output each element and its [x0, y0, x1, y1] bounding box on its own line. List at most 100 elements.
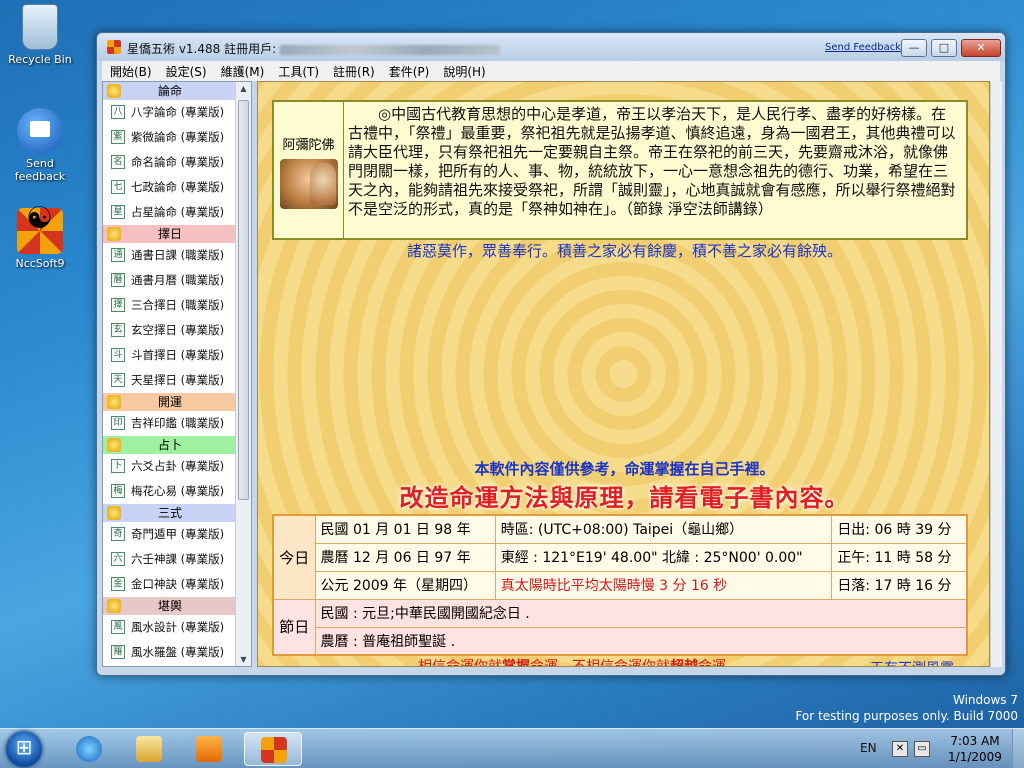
watermark-version: Windows 7 [952, 693, 1018, 707]
content-scrollbar[interactable] [990, 81, 1002, 667]
module-icon: 奇 [111, 527, 125, 541]
sidebar-item[interactable]: 名命名論命 (專業版) [103, 150, 237, 175]
nccsoft9-label: NccSoft9 [15, 257, 65, 270]
app-icon[interactable] [107, 40, 121, 54]
sidebar-item-label: 金口神訣 (專業版) [131, 577, 225, 591]
sidebar-item-label: 七政論命 (專業版) [131, 180, 225, 194]
menu-start[interactable]: 開始(B) [102, 63, 158, 80]
section-icon [107, 506, 121, 520]
sidebar-item[interactable]: 風風水設計 (專業版) [103, 615, 237, 640]
sidebar-item-label: 六爻占卦 (專業版) [131, 459, 225, 473]
taskbar-nccsoft[interactable] [244, 732, 302, 766]
module-icon: 紫 [111, 130, 125, 144]
sidebar-item-label: 吉祥印鑑 (職業版) [131, 416, 225, 430]
menu-maintenance[interactable]: 維護(M) [213, 63, 271, 80]
sidebar-item[interactable]: 通通書日課 (職業版) [103, 243, 237, 268]
internet-explorer-icon [76, 736, 102, 762]
app-window: 星僑五術 v1.488 註冊用戶: Send Feedback — □ ✕ 開始… [96, 32, 1006, 676]
sidebar-section-header: 擇日 [103, 225, 237, 243]
maximize-icon: □ [938, 41, 950, 54]
sidebar-item-label: 奇門遁甲 (專業版) [131, 527, 225, 541]
sidebar-item-label: 三合擇日 (職業版) [131, 298, 225, 312]
quote-box: 阿彌陀佛 ◎中國古代教育思想的中心是孝道，帝王以孝治天下，是人民行孝、盡孝的好榜… [272, 100, 968, 240]
module-icon: 金 [111, 577, 125, 591]
action-center-icon[interactable]: ✕ [892, 741, 908, 757]
sidebar-item-label: 玄空擇日 (專業版) [131, 323, 225, 337]
quote-text: ◎中國古代教育思想的中心是孝道，帝王以孝治天下，是人民行孝、盡孝的好榜樣。在古禮… [348, 105, 956, 218]
sidebar-item[interactable]: 六六壬神課 (專業版) [103, 547, 237, 572]
sidebar-scroll-thumb[interactable] [238, 100, 249, 500]
maximize-button[interactable]: □ [931, 39, 957, 57]
solar-time-diff: 真太陽時比平均太陽時慢 3 分 16 秒 [494, 570, 833, 600]
close-icon: ✕ [976, 41, 986, 54]
module-icon: 玄 [111, 323, 125, 337]
menu-help[interactable]: 說明(H) [435, 63, 491, 80]
scroll-up-icon[interactable]: ▲ [236, 84, 251, 93]
buddha-image [279, 159, 338, 209]
sidebar-item[interactable]: 紫紫微論命 (專業版) [103, 125, 237, 150]
taskbar-media-player[interactable] [180, 732, 238, 766]
timezone: 時區: (UTC+08:00) Taipei（龜山鄉） [494, 514, 833, 544]
scroll-down-icon[interactable]: ▼ [236, 655, 251, 664]
sidebar-item[interactable]: 奇奇門遁甲 (專業版) [103, 522, 237, 547]
clock-time: 7:03 AM [950, 734, 1000, 748]
table-row: 今日 民國 01 月 01 日 98 年 時區: (UTC+08:00) Tai… [272, 514, 968, 600]
windows-watermark: Windows 7 For testing purposes only. Bui… [795, 692, 1018, 724]
sidebar-item[interactable]: 擇三合擇日 (職業版) [103, 293, 237, 318]
menu-tools[interactable]: 工具(T) [270, 63, 325, 80]
module-icon: 通 [111, 248, 125, 262]
module-icon: 卜 [111, 459, 125, 473]
feedback-icon [17, 108, 63, 154]
folder-icon [136, 736, 162, 762]
quote-author: 阿彌陀佛 [282, 138, 335, 153]
sidebar-list: 論命八八字論命 (專業版) 紫紫微論命 (專業版) 名命名論命 (專業版) 七七政論命… [103, 82, 251, 665]
section-title: 擇日 [157, 227, 182, 241]
sidebar-item-label: 通書日課 (職業版) [131, 248, 225, 262]
sidebar-item[interactable]: 曆通書月曆 (職業版) [103, 268, 237, 293]
send-feedback-desktop-icon[interactable]: Send feedback [2, 108, 78, 183]
recycle-bin-icon[interactable]: Recycle Bin [2, 4, 78, 66]
sidebar-item[interactable]: 斗斗首擇日 (專業版) [103, 343, 237, 368]
sidebar-item[interactable]: 金金口神訣 (專業版) [103, 572, 237, 597]
taskbar-internet-explorer[interactable] [60, 732, 118, 766]
trash-icon [22, 4, 58, 50]
network-icon[interactable]: ▭ [914, 741, 930, 757]
sidebar-item[interactable]: 七七政論命 (專業版) [103, 175, 237, 200]
motto-ebook[interactable]: 改造命運方法與原理，請看電子書內容。 [258, 478, 989, 513]
language-indicator[interactable]: EN [860, 741, 877, 755]
taskbar: EN ✕ ▭ 7:03 AM 1/1/2009 [0, 728, 1024, 768]
gregorian-date: 公元 2009 年（星期四） [314, 570, 496, 600]
sidebar-item[interactable]: 卜六爻占卦 (專業版) [103, 454, 237, 479]
sidebar: 論命八八字論命 (專業版) 紫紫微論命 (專業版) 名命名論命 (專業版) 七七政論命… [102, 81, 252, 667]
noon: 正午: 11 時 58 分 [831, 542, 968, 572]
title-bar[interactable]: 星僑五術 v1.488 註冊用戶: Send Feedback — □ ✕ [97, 33, 1005, 61]
sidebar-item[interactable]: 玄玄空擇日 (專業版) [103, 318, 237, 343]
clock-date: 1/1/2009 [948, 750, 1002, 764]
menu-packages[interactable]: 套件(P) [381, 63, 436, 80]
sidebar-item[interactable]: 梅梅花心易 (專業版) [103, 479, 237, 504]
sidebar-item[interactable]: 星占星論命 (專業版) [103, 200, 237, 225]
send-feedback-link[interactable]: Send Feedback [825, 42, 901, 53]
motto-disclaimer: 本軟件內容僅供參考，命運掌握在自己手裡。 [474, 460, 775, 478]
sidebar-section-header: 三式 [103, 504, 237, 522]
table-row: 公元 2009 年（星期四） 真太陽時比平均太陽時慢 3 分 16 秒 日落: … [273, 570, 968, 600]
sidebar-item[interactable]: 印吉祥印鑑 (職業版) [103, 411, 237, 436]
sidebar-item[interactable]: 羅風水羅盤 (專業版) [103, 640, 237, 665]
sidebar-item-label: 八字論命 (專業版) [131, 105, 225, 119]
sidebar-scrollbar[interactable]: ▲ ▼ [235, 82, 251, 666]
taskbar-explorer[interactable] [120, 732, 178, 766]
minimize-button[interactable]: — [901, 39, 927, 57]
sidebar-item[interactable]: 天天星擇日 (專業版) [103, 368, 237, 393]
sidebar-item-label: 占星論命 (專業版) [131, 205, 225, 219]
show-desktop-button[interactable] [1012, 729, 1024, 768]
menu-register[interactable]: 註冊(R) [325, 63, 381, 80]
start-button[interactable] [6, 731, 42, 767]
nccsoft9-desktop-icon[interactable]: NccSoft9 [2, 208, 78, 270]
sidebar-item[interactable]: 八八字論命 (專業版) [103, 100, 237, 125]
close-button[interactable]: ✕ [961, 39, 1001, 57]
menu-settings[interactable]: 設定(S) [158, 63, 213, 80]
section-icon [107, 227, 121, 241]
clock[interactable]: 7:03 AM 1/1/2009 [935, 733, 1015, 765]
window-title: 星僑五術 v1.488 註冊用戶: [127, 40, 501, 57]
section-title: 占卜 [157, 438, 182, 452]
